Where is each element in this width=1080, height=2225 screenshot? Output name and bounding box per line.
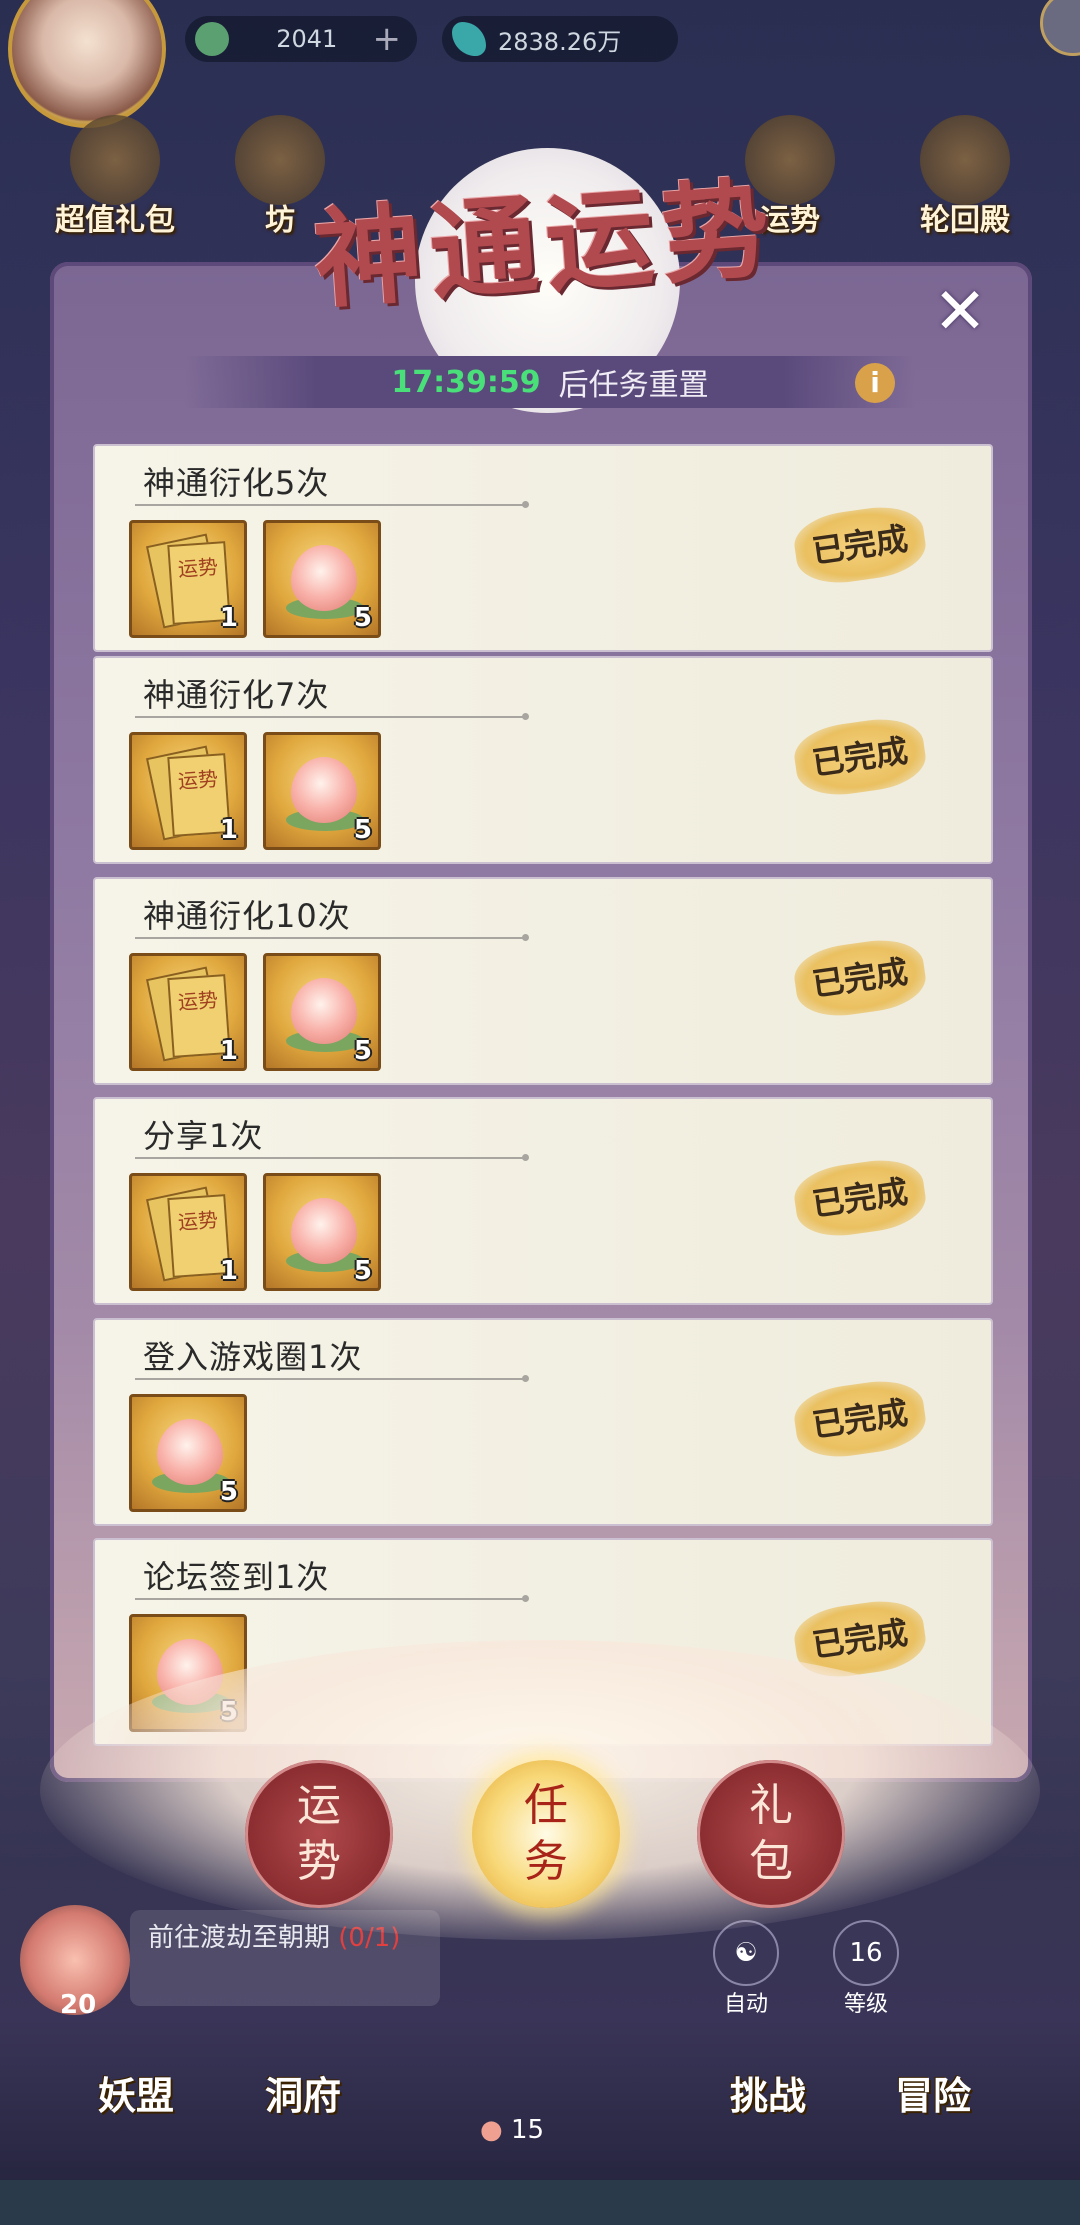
reward-peach[interactable]: 5	[263, 732, 381, 850]
task-name: 论坛签到1次	[143, 1558, 330, 1596]
divider	[135, 1375, 529, 1382]
jade-coin-icon	[195, 22, 229, 56]
currency-pill-1: 2041 +	[185, 16, 417, 62]
completed-badge: 已完成	[790, 934, 930, 1022]
task-row: 分享1次 运势 1 5 已完成	[93, 1097, 993, 1305]
reward-fortune-ticket[interactable]: 运势 1	[129, 732, 247, 850]
temple-icon	[920, 115, 1010, 205]
reward-fortune-ticket[interactable]: 运势 1	[129, 520, 247, 638]
nav-alliance[interactable]: 妖盟	[98, 2065, 174, 2120]
tab-tasks[interactable]: 任 务	[472, 1760, 620, 1908]
currency1-value: 2041	[276, 25, 338, 53]
task-name: 神通衍化5次	[143, 464, 330, 502]
gift-bag-icon	[70, 115, 160, 205]
reward-peach[interactable]: 5	[129, 1394, 247, 1512]
divider	[135, 1154, 529, 1161]
reward-peach[interactable]: 5	[263, 520, 381, 638]
peach-icon	[291, 757, 357, 823]
completed-badge: 已完成	[790, 501, 930, 589]
completed-badge: 已完成	[790, 713, 930, 801]
level-button[interactable]: 16 等级	[826, 1920, 906, 2018]
task-row: 神通衍化10次 运势 1 5 已完成	[93, 877, 993, 1085]
peach-icon	[291, 1198, 357, 1264]
task-row: 登入游戏圈1次 5 已完成	[93, 1318, 993, 1526]
center-count: ● 15	[480, 2115, 545, 2145]
top-icon-temple[interactable]: 轮回殿	[890, 115, 1040, 239]
completed-badge: 已完成	[790, 1154, 930, 1242]
divider	[135, 1595, 529, 1602]
nav-challenge[interactable]: 挑战	[730, 2065, 806, 2120]
task-row: 神通衍化5次 运势 1 5 已完成	[93, 444, 993, 652]
currency2-value: 2838.26万	[498, 27, 622, 56]
currency-pill-2: 2838.26万	[442, 16, 678, 62]
reward-fortune-ticket[interactable]: 运势 1	[129, 1173, 247, 1291]
reset-timer: 17:39:59	[391, 364, 541, 400]
nav-adventure[interactable]: 冒险	[895, 2065, 971, 2120]
side-arrow-button[interactable]	[1040, 0, 1080, 56]
quest-text: 前往渡劫至朝期	[148, 1923, 331, 1953]
auto-button[interactable]: ☯ 自动	[706, 1920, 786, 2018]
bottom-strip	[0, 2180, 1080, 2225]
peach-icon	[157, 1419, 223, 1485]
reward-peach[interactable]: 5	[263, 953, 381, 1071]
player-avatar[interactable]	[8, 0, 166, 128]
nav-cave[interactable]: 洞府	[265, 2065, 341, 2120]
divider	[135, 501, 529, 508]
reset-timer-bar: 17:39:59 后任务重置	[185, 356, 915, 408]
reset-timer-suffix: 后任务重置	[558, 368, 709, 403]
info-icon[interactable]: i	[855, 363, 895, 403]
tab-gift-pack[interactable]: 礼 包	[697, 1760, 845, 1908]
task-name: 神通衍化10次	[143, 897, 351, 935]
peach-small-icon: ●	[480, 2115, 503, 2145]
completed-badge: 已完成	[790, 1375, 930, 1463]
tab-fortune[interactable]: 运 势	[245, 1760, 393, 1908]
yin-yang-icon: ☯	[713, 1920, 779, 1986]
crystal-icon	[452, 22, 486, 56]
close-button[interactable]: ✕	[930, 280, 990, 344]
task-name: 分享1次	[143, 1117, 264, 1155]
task-row: 神通衍化7次 运势 1 5 已完成	[93, 656, 993, 864]
top-icon-gift[interactable]: 超值礼包	[40, 115, 190, 239]
peach-icon	[291, 978, 357, 1044]
task-name: 登入游戏圈1次	[143, 1338, 363, 1376]
peach-count: 20	[60, 1990, 97, 2020]
task-name: 神通衍化7次	[143, 676, 330, 714]
divider	[135, 713, 529, 720]
currency1-add-button[interactable]: +	[373, 19, 402, 59]
divider	[135, 934, 529, 941]
peach-icon	[291, 545, 357, 611]
reward-fortune-ticket[interactable]: 运势 1	[129, 953, 247, 1071]
reward-peach[interactable]: 5	[263, 1173, 381, 1291]
